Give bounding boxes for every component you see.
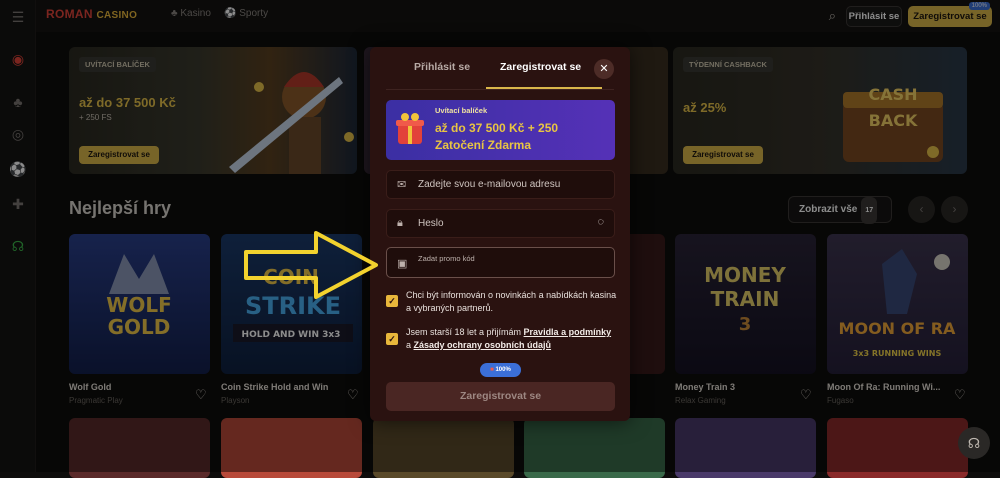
bonus-percent-badge: ■ 100% [480, 363, 521, 377]
promo-text: až do 37 500 Kč + 250 Zatočení Zdarma [435, 121, 559, 152]
envelope-icon: ✉ [397, 179, 407, 191]
badge-label: 100% [495, 367, 511, 373]
age-terms-text: Jsem starší 18 let a přijímám Pravidla a… [406, 326, 618, 351]
support-chat-icon[interactable]: ☊ [958, 427, 990, 459]
password-field[interactable]: 🔒︎ Heslo ◌ [386, 209, 615, 238]
age-terms-pre: Jsem starší 18 let a přijímám [406, 327, 524, 337]
tab-register[interactable]: Zaregistrovat se [500, 61, 581, 73]
tabs-divider [386, 89, 614, 90]
lock-icon: 🔒︎ [397, 217, 403, 229]
annotation-arrow-icon [244, 231, 378, 299]
close-icon[interactable]: ✕ [594, 59, 614, 79]
promo-code-field[interactable]: ▣ Zadat promo kód [386, 247, 615, 278]
promo-label: Uvítací balíček [435, 106, 488, 115]
active-tab-indicator [486, 87, 602, 89]
email-field[interactable]: ✉ Zadejte svou e-mailovou adresu [386, 170, 615, 199]
age-terms-checkbox[interactable]: ✓ [386, 333, 398, 345]
promo-code-placeholder: Zadat promo kód [418, 254, 475, 263]
email-placeholder: Zadejte svou e-mailovou adresu [418, 179, 561, 190]
gift-box-icon [396, 113, 424, 144]
tab-login[interactable]: Přihlásit se [414, 61, 470, 73]
register-modal: Přihlásit se Zaregistrovat se ✕ Uvítací … [370, 47, 630, 421]
newsletter-checkbox[interactable]: ✓ [386, 295, 398, 307]
eye-off-icon[interactable]: ◌ [597, 216, 604, 228]
gift-icon: ▣ [397, 258, 408, 270]
newsletter-consent-text: Chci být informován o novinkách a nabídk… [406, 290, 617, 313]
age-terms-mid: a [406, 339, 414, 350]
privacy-link[interactable]: Zásady ochrany osobních údajů [414, 340, 552, 350]
terms-link[interactable]: Pravidla a podmínky [524, 327, 612, 337]
password-placeholder: Heslo [418, 218, 444, 229]
submit-register-button[interactable]: Zaregistrovat se [386, 382, 615, 411]
welcome-promo-card: Uvítací balíček až do 37 500 Kč + 250 Za… [386, 100, 615, 160]
